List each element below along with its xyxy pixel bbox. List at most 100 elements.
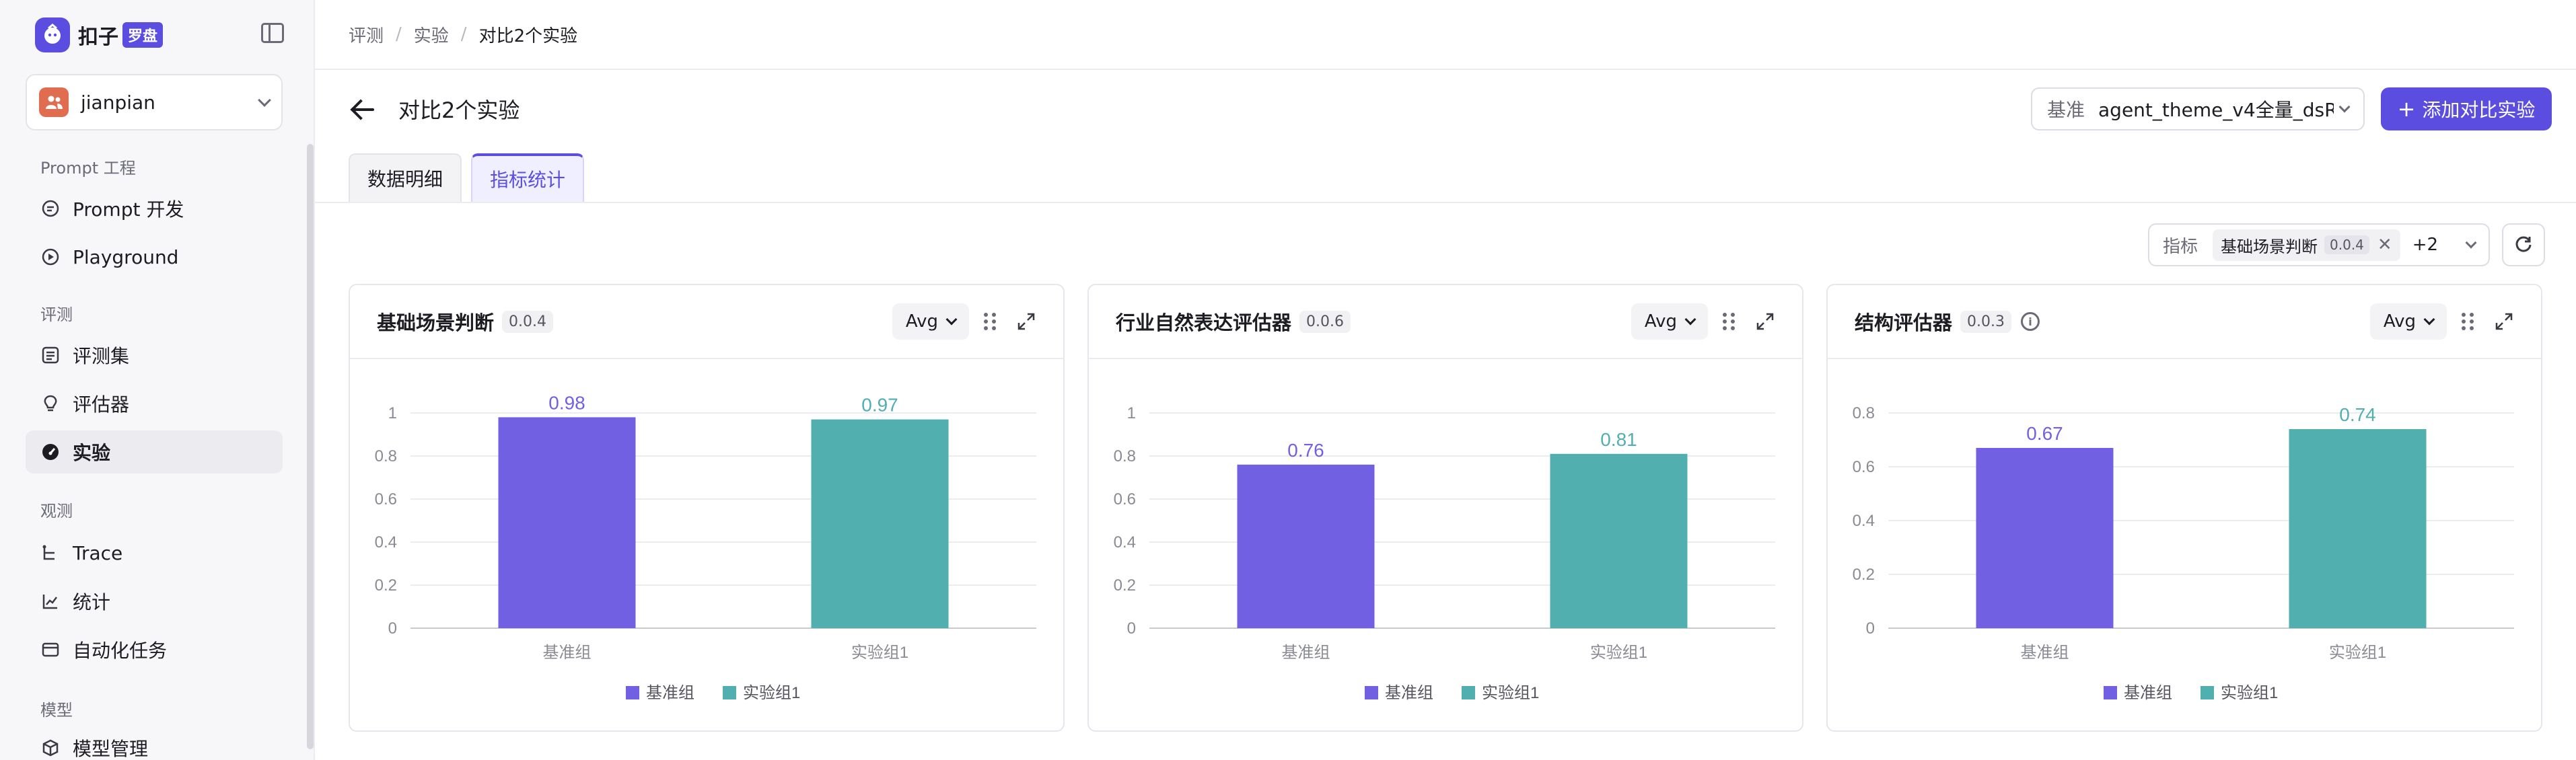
gauge-icon (40, 442, 61, 462)
sidebar-collapse-icon[interactable] (261, 23, 284, 43)
x-tick-label: 实验组1 (851, 644, 908, 662)
expand-icon[interactable] (1016, 311, 1036, 332)
legend-label: 实验组1 (743, 684, 800, 702)
sidebar-item-trace[interactable]: Trace (26, 531, 283, 574)
sidebar-item-prompt-dev[interactable]: Prompt 开发 (26, 187, 283, 230)
logo-text: 扣子 (78, 26, 118, 49)
nav-section-model: 模型 (40, 701, 73, 720)
refresh-icon (2515, 236, 2532, 252)
add-compare-experiment-button[interactable]: + 添加对比实验 (2381, 87, 2552, 130)
expand-icon[interactable] (2494, 311, 2514, 332)
trace-icon (40, 543, 61, 563)
baseline-select[interactable]: 基准 agent_theme_v4全量_dsR1 (2031, 87, 2365, 130)
card-title: 结构评估器 (1855, 311, 1953, 334)
baseline-value: agent_theme_v4全量_dsR1 (2098, 99, 2334, 121)
card-header: 基础场景判断 0.0.4 Avg (350, 285, 1063, 359)
bar (2289, 429, 2427, 628)
logo-badge: 罗盘 (122, 22, 164, 48)
close-icon[interactable]: ✕ (2377, 235, 2392, 255)
back-arrow-icon[interactable] (349, 94, 378, 124)
y-tick-label: 0 (1866, 619, 1875, 638)
card-version: 0.0.6 (1299, 310, 1351, 333)
workspace-avatar-icon (39, 87, 69, 117)
sidebar-item-datasets[interactable]: 评测集 (26, 334, 283, 377)
cube-icon (40, 738, 61, 758)
y-tick-label: 0.8 (1114, 447, 1136, 465)
data-label: 0.98 (548, 392, 585, 413)
y-tick-label: 0.8 (1853, 404, 1875, 422)
baseline-label: 基准 (2047, 99, 2085, 121)
y-tick-label: 0.2 (375, 576, 397, 595)
drag-handle-icon[interactable] (2462, 313, 2474, 330)
legend-label: 基准组 (2124, 684, 2172, 702)
sidebar-item-evaluators[interactable]: 评估器 (26, 382, 283, 425)
bar-chart: 00.20.40.60.810.76基准组0.81实验组1基准组 实验组1 (1114, 404, 1775, 702)
data-label: 0.76 (1287, 440, 1324, 461)
aggregation-select[interactable]: Avg (2369, 303, 2447, 340)
drag-handle-icon[interactable] (1723, 313, 1735, 330)
aggregation-label: Avg (2383, 311, 2416, 332)
data-label: 0.74 (2339, 404, 2376, 425)
refresh-button[interactable] (2502, 223, 2545, 266)
logo[interactable]: 扣子 罗盘 (35, 16, 164, 54)
sidebar-item-label: 统计 (73, 591, 111, 613)
y-tick-label: 0.6 (375, 490, 397, 508)
sidebar: 扣子 罗盘 jianpian Prompt 工程 Prompt 开发 Playg… (0, 0, 315, 760)
sidebar-item-experiments[interactable]: 实验 (26, 430, 283, 473)
chevron-down-icon (945, 313, 958, 326)
breadcrumb-item-eval[interactable]: 评测 (349, 22, 384, 47)
nav-section-observe: 观测 (40, 502, 73, 521)
chat-icon (40, 198, 61, 219)
expand-icon[interactable] (1755, 311, 1775, 332)
legend-label: 实验组1 (2221, 684, 2278, 702)
card-version: 0.0.3 (1960, 310, 2011, 333)
info-icon[interactable]: i (2021, 312, 2040, 331)
workspace-selector[interactable]: jianpian (26, 74, 283, 130)
legend-swatch (723, 686, 736, 699)
sidebar-item-auto-tasks[interactable]: 自动化任务 (26, 628, 283, 671)
card-version: 0.0.4 (502, 310, 553, 333)
bar-chart: 00.20.40.60.810.98基准组0.97实验组1基准组 实验组1 (375, 392, 1036, 702)
metric-label: 指标 (2163, 236, 2198, 257)
breadcrumb-item-experiments[interactable]: 实验 (414, 22, 449, 47)
metric-tag-version: 0.0.4 (2324, 235, 2369, 254)
aggregation-select[interactable]: Avg (1631, 303, 1708, 340)
aggregation-select[interactable]: Avg (892, 303, 969, 340)
sidebar-item-playground[interactable]: Playground (26, 235, 283, 278)
metric-more-count: +2 (2412, 235, 2439, 255)
plus-icon: + (2397, 96, 2416, 122)
metric-tag: 基础场景判断 0.0.4 ✕ (2213, 229, 2400, 261)
bar-chart: 00.20.40.60.80.67基准组0.74实验组1基准组 实验组1 (1853, 404, 2514, 702)
sidebar-item-models[interactable]: 模型管理 (26, 726, 283, 760)
list-icon (40, 345, 61, 365)
workspace-name: jianpian (81, 91, 155, 114)
sidebar-scrollbar[interactable] (307, 144, 314, 749)
legend-swatch (626, 686, 639, 699)
x-tick-label: 基准组 (543, 644, 592, 662)
tabs: 数据明细 指标统计 (349, 153, 594, 202)
metric-select[interactable]: 指标 基础场景判断 0.0.4 ✕ +2 (2148, 223, 2490, 266)
bulb-icon (40, 393, 61, 414)
aggregation-label: Avg (905, 311, 938, 332)
tab-metric-stats[interactable]: 指标统计 (471, 153, 585, 202)
y-tick-label: 0.2 (1853, 566, 1875, 584)
add-compare-experiment-label: 添加对比实验 (2422, 99, 2536, 121)
tab-divider (315, 202, 2576, 203)
sidebar-item-label: Playground (73, 245, 179, 268)
metric-card: 结构评估器 0.0.3 i Avg 0 0.2 0.4 0.6 0.8 0.67 基准组 0.… (1826, 284, 2542, 732)
sidebar-item-label: 模型管理 (73, 738, 149, 760)
sidebar-item-stats[interactable]: 统计 (26, 580, 283, 623)
metric-tag-label: 基础场景判断 (2221, 237, 2318, 256)
breadcrumb-separator: / (460, 24, 467, 44)
x-tick-label: 实验组1 (1590, 644, 1647, 662)
data-label: 0.67 (2026, 423, 2063, 444)
y-tick-label: 0.4 (1114, 533, 1136, 552)
breadcrumb-separator: / (396, 24, 402, 44)
sidebar-item-label: 评测集 (73, 345, 130, 367)
bar (811, 419, 949, 628)
tab-data-details[interactable]: 数据明细 (349, 153, 462, 202)
breadcrumb: 评测 / 实验 / 对比2个实验 (315, 0, 2576, 70)
x-tick-label: 基准组 (2021, 644, 2069, 662)
drag-handle-icon[interactable] (984, 313, 996, 330)
y-tick-label: 0.4 (1853, 512, 1875, 530)
